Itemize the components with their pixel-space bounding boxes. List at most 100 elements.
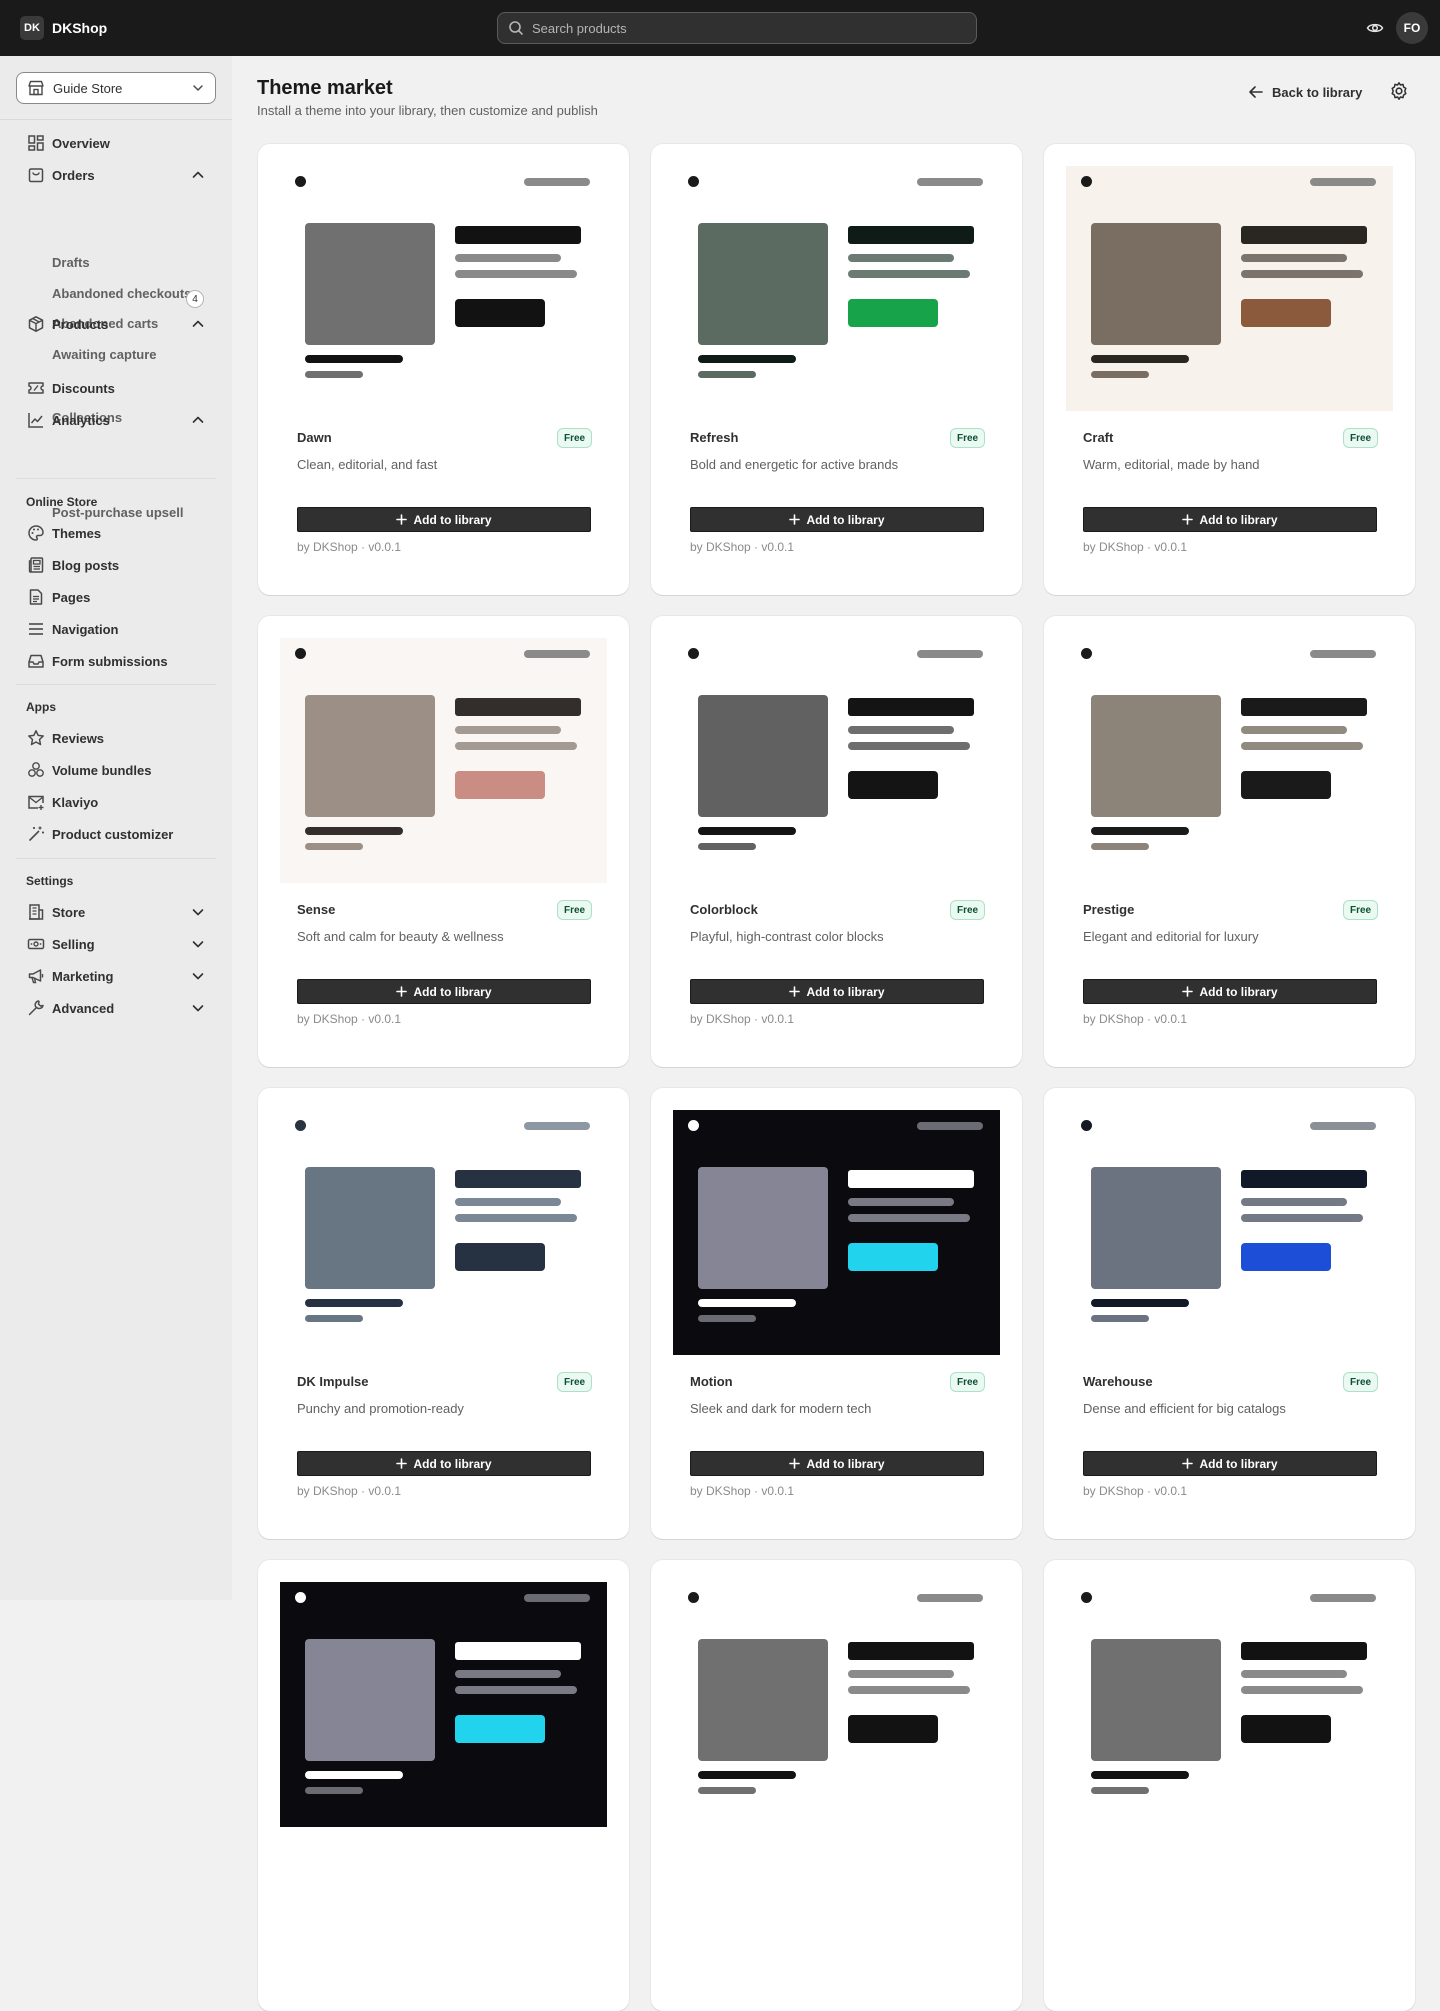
preview-text-line bbox=[848, 1214, 970, 1222]
back-to-library-button[interactable]: Back to library bbox=[1248, 80, 1362, 104]
avatar[interactable]: FO bbox=[1396, 12, 1428, 44]
nav-themes[interactable]: Themes bbox=[16, 519, 216, 547]
nav-analytics[interactable]: Analytics bbox=[16, 406, 216, 434]
wrench-icon bbox=[26, 998, 46, 1018]
nav-reviews[interactable]: Reviews bbox=[16, 724, 216, 752]
theme-card bbox=[1044, 1560, 1415, 2011]
preview-logo-dot bbox=[295, 176, 306, 187]
chevron-up-icon[interactable] bbox=[190, 412, 206, 428]
brand[interactable]: DK DKShop bbox=[20, 16, 107, 40]
theme-card: Craft Free Warm, editorial, made by hand Ad… bbox=[1044, 144, 1415, 595]
preview-text-line bbox=[455, 726, 561, 734]
preview-text-line bbox=[848, 726, 954, 734]
chevron-down-icon[interactable] bbox=[190, 1000, 206, 1016]
analytics-icon bbox=[26, 410, 46, 430]
preview-heading-bar bbox=[1241, 226, 1367, 244]
add-to-library-label: Add to library bbox=[1199, 512, 1278, 527]
preview-logo-dot bbox=[1081, 1120, 1092, 1131]
add-to-library-button[interactable]: Add to library bbox=[297, 1451, 591, 1476]
nav-blog-posts[interactable]: Blog posts bbox=[16, 551, 216, 579]
preview-heading-bar bbox=[848, 1642, 974, 1660]
preview-text-line bbox=[455, 1686, 577, 1694]
preview-nav-pill bbox=[917, 178, 983, 186]
eye-icon[interactable] bbox=[1366, 19, 1384, 37]
nav-klaviyo[interactable]: Klaviyo bbox=[16, 788, 216, 816]
chevron-up-icon[interactable] bbox=[190, 316, 206, 332]
theme-card: Warehouse Free Dense and efficient for big… bbox=[1044, 1088, 1415, 1539]
theme-description: Bold and energetic for active brands bbox=[690, 457, 899, 472]
nav-products[interactable]: Products bbox=[16, 310, 216, 338]
preview-heading-bar bbox=[848, 698, 974, 716]
search-input[interactable] bbox=[532, 20, 952, 36]
add-to-library-button[interactable]: Add to library bbox=[690, 979, 984, 1004]
add-to-library-button[interactable]: Add to library bbox=[690, 1451, 984, 1476]
nav-form-submissions[interactable]: Form submissions bbox=[16, 647, 216, 675]
nav-product-customizer[interactable]: Product customizer bbox=[16, 820, 216, 848]
preview-text-line bbox=[1241, 1214, 1363, 1222]
nav-marketing[interactable]: Marketing bbox=[16, 962, 216, 990]
nav-label: Blog posts bbox=[52, 557, 120, 573]
sidebar-item-drafts[interactable]: Drafts bbox=[52, 249, 90, 275]
orders-icon bbox=[26, 165, 46, 185]
chevron-down-icon[interactable] bbox=[190, 936, 206, 952]
preview-text-line bbox=[1241, 1670, 1347, 1678]
store-selector[interactable]: Guide Store bbox=[16, 72, 216, 104]
preview-text-line bbox=[1241, 1198, 1347, 1206]
add-to-library-button[interactable]: Add to library bbox=[297, 507, 591, 532]
add-to-library-button[interactable]: Add to library bbox=[690, 507, 984, 532]
preview-logo-dot bbox=[1081, 1592, 1092, 1603]
sidebar-item-awaiting-capture[interactable]: Awaiting capture bbox=[52, 341, 157, 367]
nav-overview[interactable]: Overview bbox=[16, 129, 216, 157]
nav-store[interactable]: Store bbox=[16, 898, 216, 926]
palette-icon bbox=[26, 523, 46, 543]
theme-card: Prestige Free Elegant and editorial for lu… bbox=[1044, 616, 1415, 1067]
add-to-library-label: Add to library bbox=[1199, 984, 1278, 999]
sidebar-item-abandoned-checkouts[interactable]: Abandoned checkouts bbox=[52, 280, 191, 306]
gear-icon[interactable] bbox=[1389, 81, 1409, 101]
nav-selling[interactable]: Selling bbox=[16, 930, 216, 958]
add-to-library-label: Add to library bbox=[413, 984, 492, 999]
theme-meta: by DKShop · v0.0.1 bbox=[297, 1012, 402, 1026]
preview-logo-dot bbox=[688, 648, 699, 659]
nav-label: Selling bbox=[52, 936, 95, 952]
add-to-library-button[interactable]: Add to library bbox=[1083, 507, 1377, 532]
nav-pages[interactable]: Pages bbox=[16, 583, 216, 611]
theme-meta: by DKShop · v0.0.1 bbox=[297, 1484, 402, 1498]
nav-navigation[interactable]: Navigation bbox=[16, 615, 216, 643]
nav-orders[interactable]: Orders bbox=[16, 161, 216, 189]
theme-name: Colorblock bbox=[690, 902, 758, 917]
preview-caption-line bbox=[1091, 371, 1149, 378]
preview-nav-pill bbox=[524, 650, 590, 658]
search-bar[interactable] bbox=[497, 12, 977, 44]
chevron-up-icon[interactable] bbox=[190, 167, 206, 183]
nav-label: Store bbox=[52, 904, 86, 920]
chevron-down-icon[interactable] bbox=[190, 904, 206, 920]
nav-volume-bundles[interactable]: Volume bundles bbox=[16, 756, 216, 784]
page-title: Theme market bbox=[257, 77, 393, 99]
nav-label: Volume bundles bbox=[52, 762, 152, 778]
preview-heading-bar bbox=[1241, 1170, 1367, 1188]
theme-preview bbox=[673, 166, 1000, 411]
chevron-down-icon[interactable] bbox=[190, 968, 206, 984]
price-badge: Free bbox=[557, 428, 593, 448]
price-badge: Free bbox=[1343, 428, 1379, 448]
nav-discounts[interactable]: Discounts bbox=[16, 374, 216, 402]
preview-button-block bbox=[848, 299, 938, 327]
preview-caption-line bbox=[305, 355, 403, 363]
add-to-library-button[interactable]: Add to library bbox=[297, 979, 591, 1004]
add-to-library-button[interactable]: Add to library bbox=[1083, 1451, 1377, 1476]
preview-text-line bbox=[1241, 1686, 1363, 1694]
theme-meta: by DKShop · v0.0.1 bbox=[1083, 540, 1188, 554]
preview-image-block bbox=[305, 1639, 435, 1761]
nav-advanced[interactable]: Advanced bbox=[16, 994, 216, 1022]
add-to-library-label: Add to library bbox=[806, 1456, 885, 1471]
section-online-store: Online Store bbox=[26, 495, 98, 509]
preview-caption-line bbox=[305, 1299, 403, 1307]
dashboard-icon bbox=[26, 133, 46, 153]
store-icon bbox=[27, 79, 45, 97]
add-to-library-button[interactable]: Add to library bbox=[1083, 979, 1377, 1004]
price-badge: Free bbox=[1343, 900, 1379, 920]
preview-caption-line bbox=[698, 1787, 756, 1794]
preview-logo-dot bbox=[295, 648, 306, 659]
preview-heading-bar bbox=[848, 226, 974, 244]
